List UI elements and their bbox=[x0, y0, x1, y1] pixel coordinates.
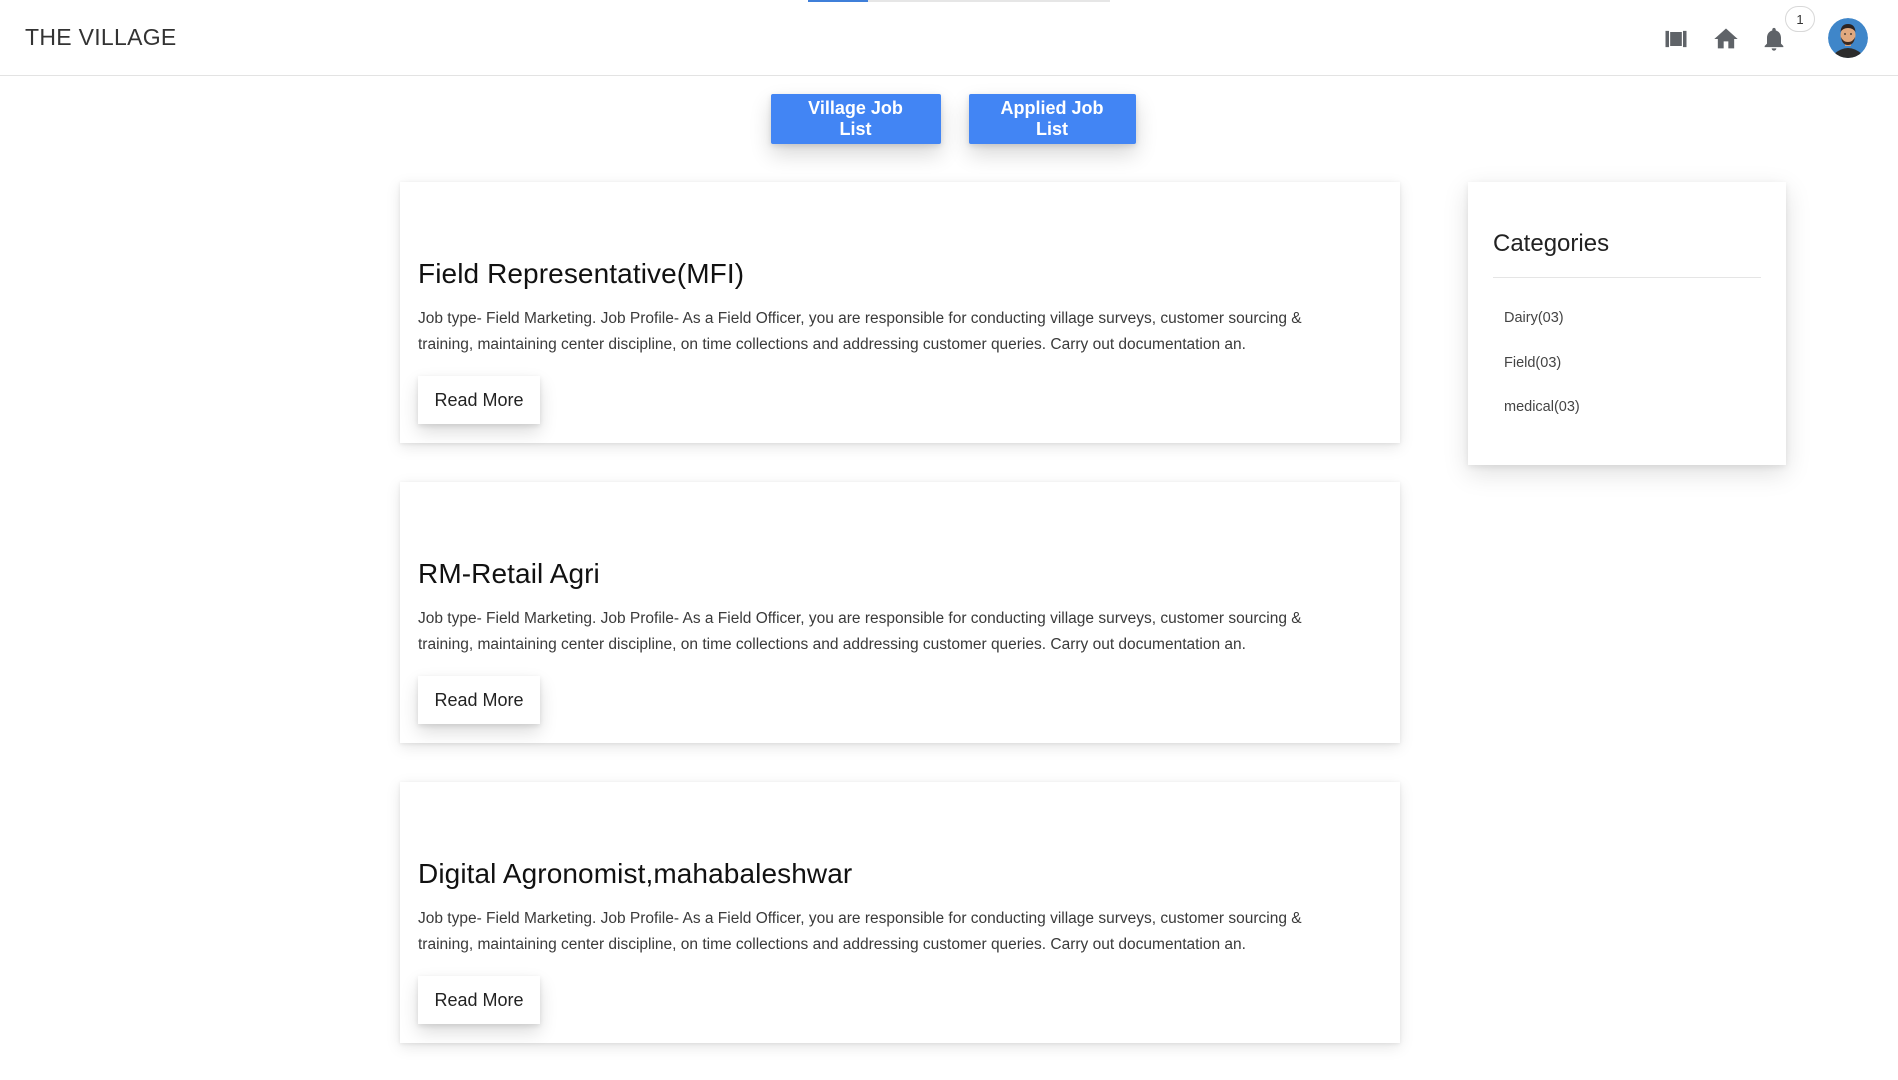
top-navbar: THE VILLAGE 1 bbox=[0, 0, 1898, 76]
job-description: Job type- Field Marketing. Job Profile- … bbox=[418, 910, 1302, 953]
job-card: Digital Agronomist,mahabaleshwar Job typ… bbox=[400, 782, 1400, 1043]
home-icon[interactable] bbox=[1711, 24, 1741, 54]
read-more-button[interactable]: Read More bbox=[418, 676, 540, 724]
job-description: Job type- Field Marketing. Job Profile- … bbox=[418, 610, 1302, 653]
categories-panel: Categories Dairy(03) Field(03) medical(0… bbox=[1468, 182, 1786, 465]
loading-progress-bar bbox=[808, 0, 1110, 2]
job-title: Field Representative(MFI) bbox=[418, 258, 745, 289]
category-item-medical[interactable]: medical(03) bbox=[1504, 399, 1580, 415]
job-description: Job type- Field Marketing. Job Profile- … bbox=[418, 310, 1302, 353]
loading-progress-fill bbox=[808, 0, 869, 2]
read-more-button[interactable]: Read More bbox=[418, 976, 540, 1024]
job-card: Field Representative(MFI) Job type- Fiel… bbox=[400, 182, 1400, 443]
film-reel-icon[interactable] bbox=[1661, 24, 1691, 54]
category-item-dairy[interactable]: Dairy(03) bbox=[1504, 310, 1564, 326]
village-job-list-button[interactable]: Village Job List bbox=[770, 94, 941, 144]
user-avatar[interactable] bbox=[1828, 18, 1868, 58]
read-more-button[interactable]: Read More bbox=[418, 376, 540, 424]
job-card: RM-Retail Agri Job type- Field Marketing… bbox=[400, 482, 1400, 743]
notification-badge: 1 bbox=[1785, 6, 1815, 32]
job-list-tabs: Village Job List Applied Job List bbox=[0, 94, 1898, 146]
divider bbox=[1493, 277, 1761, 278]
applied-job-list-button[interactable]: Applied Job List bbox=[968, 94, 1136, 144]
job-title: RM-Retail Agri bbox=[418, 558, 600, 589]
job-title: Digital Agronomist,mahabaleshwar bbox=[418, 858, 853, 889]
categories-title: Categories bbox=[1493, 230, 1610, 257]
brand-logo[interactable]: THE VILLAGE bbox=[25, 24, 177, 51]
category-item-field[interactable]: Field(03) bbox=[1504, 355, 1561, 371]
bell-icon[interactable] bbox=[1759, 24, 1789, 54]
